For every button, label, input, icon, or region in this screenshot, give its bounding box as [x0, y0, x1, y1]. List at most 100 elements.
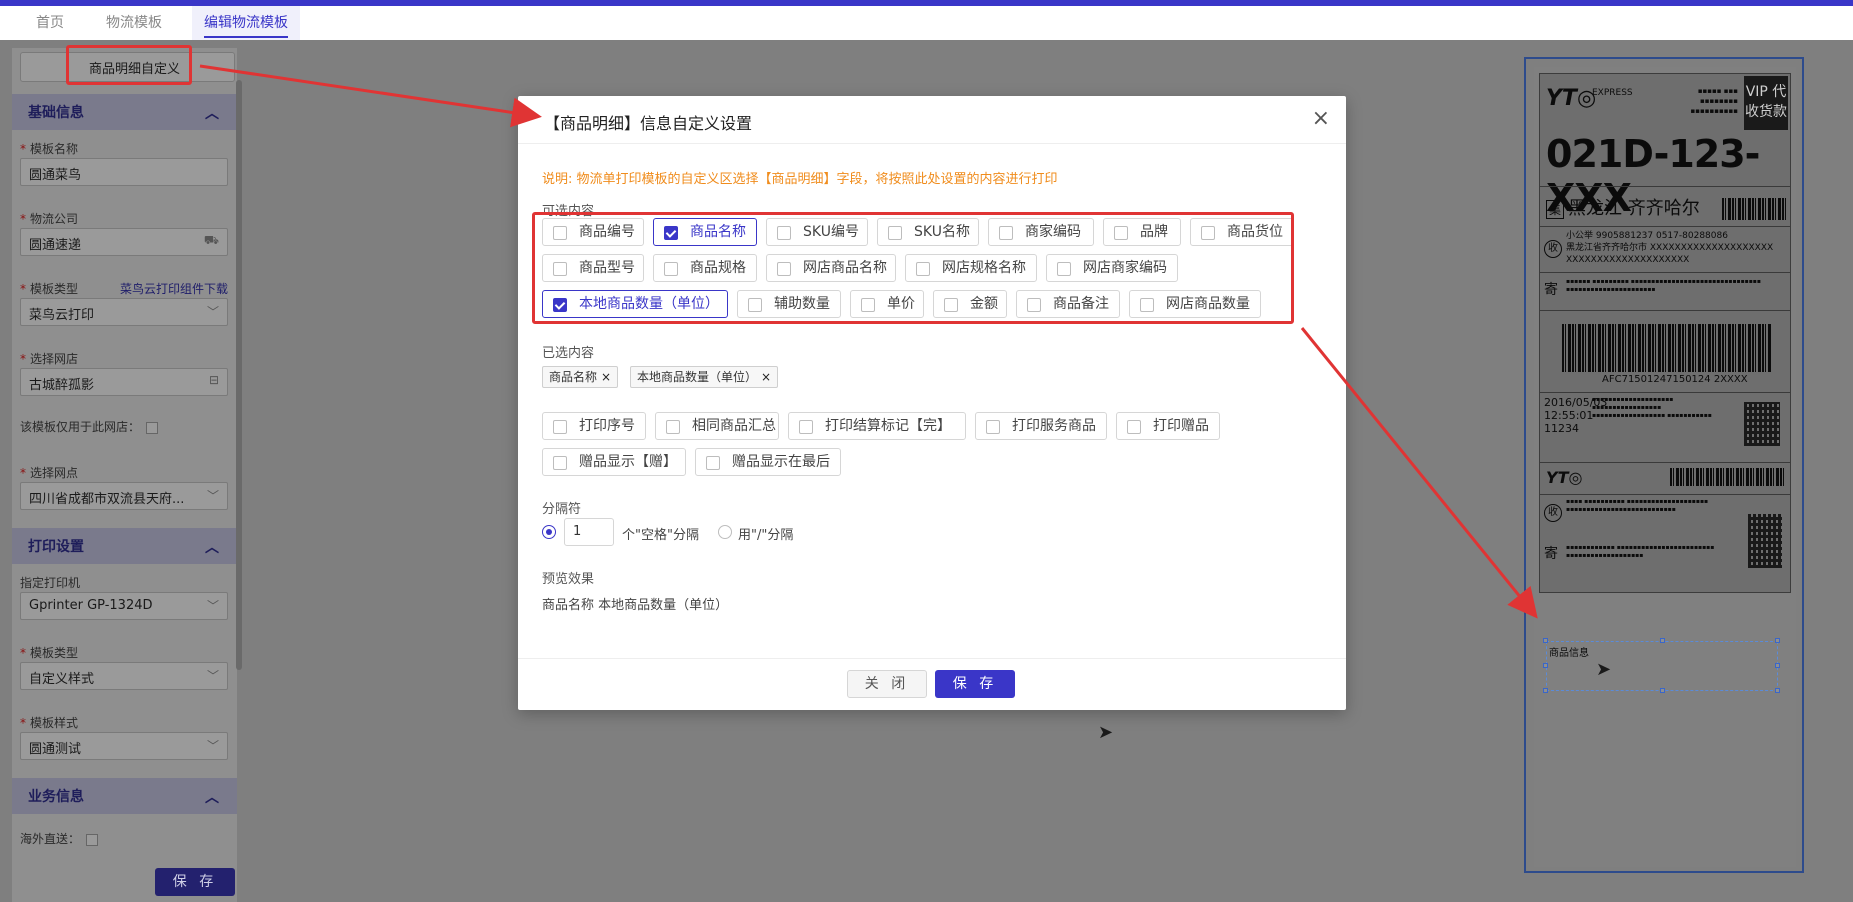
qr-code-icon [1744, 402, 1780, 446]
remove-icon[interactable]: × [761, 370, 771, 384]
template-type-value: 菜鸟云打印 [29, 308, 95, 323]
divider [1540, 494, 1790, 495]
goods-info-text: 商品信息 [1549, 648, 1589, 659]
callout-box-options [532, 212, 1294, 324]
chevron-up-icon: ︿ [205, 540, 219, 556]
dialog-footer: 关 闭 保 存 [518, 658, 1346, 710]
option-merge-same-products[interactable]: 相同商品汇总 [655, 412, 779, 440]
section-business-info-title: 业务信息 [28, 789, 84, 805]
template-type2-label: * 模板类型 [20, 646, 79, 660]
label-canvas: YT◎ EXPRESS ▪▪▪▪▪ ▪▪▪ ▪▪▪▪▪▪▪▪ ▪▪▪▪▪▪▪▪▪▪ … [1534, 67, 1796, 867]
label-preview-panel: YT◎ EXPRESS ▪▪▪▪▪ ▪▪▪ ▪▪▪▪▪▪▪▪ ▪▪▪▪▪▪▪▪▪▪ … [1524, 57, 1804, 873]
option-print-sequence[interactable]: 打印序号 [542, 412, 646, 440]
section-basic-info[interactable]: 基础信息 ︿ [12, 94, 237, 130]
option-print-service-products[interactable]: 打印服务商品 [975, 412, 1107, 440]
callout-box-button [66, 45, 192, 85]
resize-handle[interactable] [1543, 638, 1548, 643]
tab-logistics-template[interactable]: 物流模板 [94, 6, 174, 40]
option-print-gifts[interactable]: 打印赠品 [1116, 412, 1220, 440]
express-logo-text: EXPRESS [1592, 88, 1633, 98]
dialog-note: 说明: 物流单打印模板的自定义区选择【商品明细】字段，将按照此处设置的内容进行打… [542, 172, 1058, 187]
shop-only-checkbox[interactable] [146, 421, 159, 434]
resize-handle[interactable] [1775, 688, 1780, 693]
receiver-icon: 收 [1544, 504, 1562, 522]
selected-tag-label: 商品名称 [549, 370, 598, 384]
mouse-cursor-icon: ➤ [1596, 659, 1612, 680]
terms-text: ▪▪▪▪▪▪▪▪▪▪▪▪▪▪▪▪▪▪▪▪ ▪▪▪▪▪▪▪▪▪▪▪▪▪▪▪▪▪ ▪… [1592, 396, 1712, 419]
tab-home[interactable]: 首页 [24, 6, 76, 40]
stub-receiver-info: ▪▪▪▪ ▪▪▪▪▪▪▪▪▪▪ ▪▪▪▪▪▪▪▪▪▪▪▪▪▪▪▪▪▪▪▪ ▪▪▪… [1566, 498, 1709, 513]
chevron-down-icon: ﹀ [206, 305, 219, 319]
resize-handle[interactable] [1543, 688, 1548, 693]
sidebar: 商品明细自定义 基础信息 ︿ * 模板名称 圆通菜鸟 * 物流公司 圆通速递 ⛟ * 模板… [12, 48, 237, 902]
printer-value: Gprinter GP-1324D [29, 598, 153, 613]
branch-label: * 选择网点 [20, 466, 79, 480]
divider [1540, 272, 1790, 273]
yto-logo-icon: YT◎ [1546, 86, 1597, 111]
separator-count-input[interactable]: 1 [564, 518, 614, 546]
separator-slash-text: 用"/"分隔 [738, 528, 794, 543]
yto-logo-icon: YT◎ [1546, 468, 1583, 487]
divider [1540, 462, 1790, 463]
logistics-company-label: * 物流公司 [20, 212, 79, 226]
selected-tag: 商品名称 × [542, 366, 619, 388]
truck-icon: ⛟ [203, 233, 219, 247]
sidebar-save-button[interactable]: 保 存 [155, 868, 235, 896]
resize-handle[interactable] [1660, 688, 1665, 693]
chevron-down-icon: ﹀ [206, 489, 219, 503]
section-print-settings[interactable]: 打印设置 ︿ [12, 528, 237, 564]
stub-sender-info: ▪▪▪▪▪▪▪▪▪▪▪▪ ▪▪▪▪▪▪▪▪▪▪▪▪▪▪▪▪▪▪▪▪▪▪▪▪ ▪▪… [1566, 544, 1715, 559]
resize-handle[interactable] [1660, 638, 1665, 643]
branch-select[interactable]: 四川省成都市双流县天府... ﹀ [20, 482, 228, 510]
shop-value: 古城醉孤影 [29, 378, 95, 393]
tab-edit-logistics-template[interactable]: 编辑物流模板 [192, 6, 300, 40]
template-type-select[interactable]: 菜鸟云打印 ﹀ [20, 298, 228, 326]
selected-tag: 本地商品数量（单位） × [630, 366, 779, 388]
template-name-input[interactable]: 圆通菜鸟 [20, 158, 228, 186]
overseas-checkbox[interactable] [86, 833, 99, 846]
shop-select[interactable]: 古城醉孤影 ⊟ [20, 368, 228, 396]
destination-text: 黑龙江 齐齐哈尔 [1568, 198, 1700, 219]
label-meta: ▪▪▪▪▪ ▪▪▪ ▪▪▪▪▪▪▪▪ ▪▪▪▪▪▪▪▪▪▪ [1690, 87, 1738, 115]
resize-handle[interactable] [1543, 663, 1548, 668]
save-button[interactable]: 保 存 [935, 670, 1015, 698]
selected-tag-label: 本地商品数量（单位） [637, 370, 758, 384]
shop-label: * 选择网店 [20, 352, 79, 366]
section-business-info[interactable]: 业务信息 ︿ [12, 778, 237, 814]
resize-handle[interactable] [1775, 663, 1780, 668]
option-gift-mark[interactable]: 赠品显示【赠】 [542, 448, 686, 476]
stub-barcode [1670, 468, 1786, 486]
template-type2-select[interactable]: 自定义样式 ﹀ [20, 662, 228, 690]
option-gift-last[interactable]: 赠品显示在最后 [695, 448, 841, 476]
main-barcode [1562, 324, 1772, 372]
sender-info: ▪▪▪▪▪▪ ▪▪▪▪▪▪▪▪▪ ▪▪▪▪▪▪▪▪▪▪▪▪▪▪▪▪▪▪▪▪▪▪▪… [1566, 278, 1761, 293]
printer-select[interactable]: Gprinter GP-1324D ﹀ [20, 592, 228, 620]
logistics-company-value: 圆通速递 [29, 238, 82, 253]
branch-value: 四川省成都市双流县天府... [29, 492, 185, 507]
template-type2-value: 自定义样式 [29, 672, 95, 687]
template-style-value: 圆通测试 [29, 742, 82, 757]
overseas-label: 海外直送： [20, 830, 99, 847]
separator-slash-radio[interactable] [718, 525, 732, 539]
close-icon[interactable]: × [1312, 106, 1330, 131]
remove-icon[interactable]: × [601, 370, 611, 384]
template-type-label: * 模板类型 [20, 282, 79, 296]
dialog-header: 【商品明细】信息自定义设置 × [518, 96, 1346, 144]
sidebar-scrollbar[interactable] [236, 80, 242, 670]
template-style-select[interactable]: 圆通测试 ﹀ [20, 732, 228, 760]
vip-cod-badge: VIP 代收货款 [1744, 76, 1788, 130]
goods-info-field[interactable]: 商品信息 [1546, 641, 1778, 691]
resize-handle[interactable] [1775, 638, 1780, 643]
separator-space-radio[interactable] [542, 525, 556, 539]
receiver-info: 小公举 9905881237 0517-80288086 黑龙江省齐齐哈尔市 XX… [1566, 231, 1774, 265]
cainiao-download-link[interactable]: 菜鸟云打印组件下载 [120, 280, 228, 297]
option-print-settle-mark[interactable]: 打印结算标记【完】 [788, 412, 966, 440]
divider [1540, 226, 1790, 227]
preview-value: 商品名称 本地商品数量（单位） [542, 598, 729, 613]
receiver-icon: 收 [1544, 240, 1562, 258]
mouse-cursor-icon: ➤ [1098, 722, 1114, 743]
divider [1540, 186, 1790, 187]
separator-space-text: 个"空格"分隔 [622, 528, 699, 543]
close-button[interactable]: 关 闭 [847, 670, 927, 698]
logistics-company-input[interactable]: 圆通速递 ⛟ [20, 228, 228, 256]
